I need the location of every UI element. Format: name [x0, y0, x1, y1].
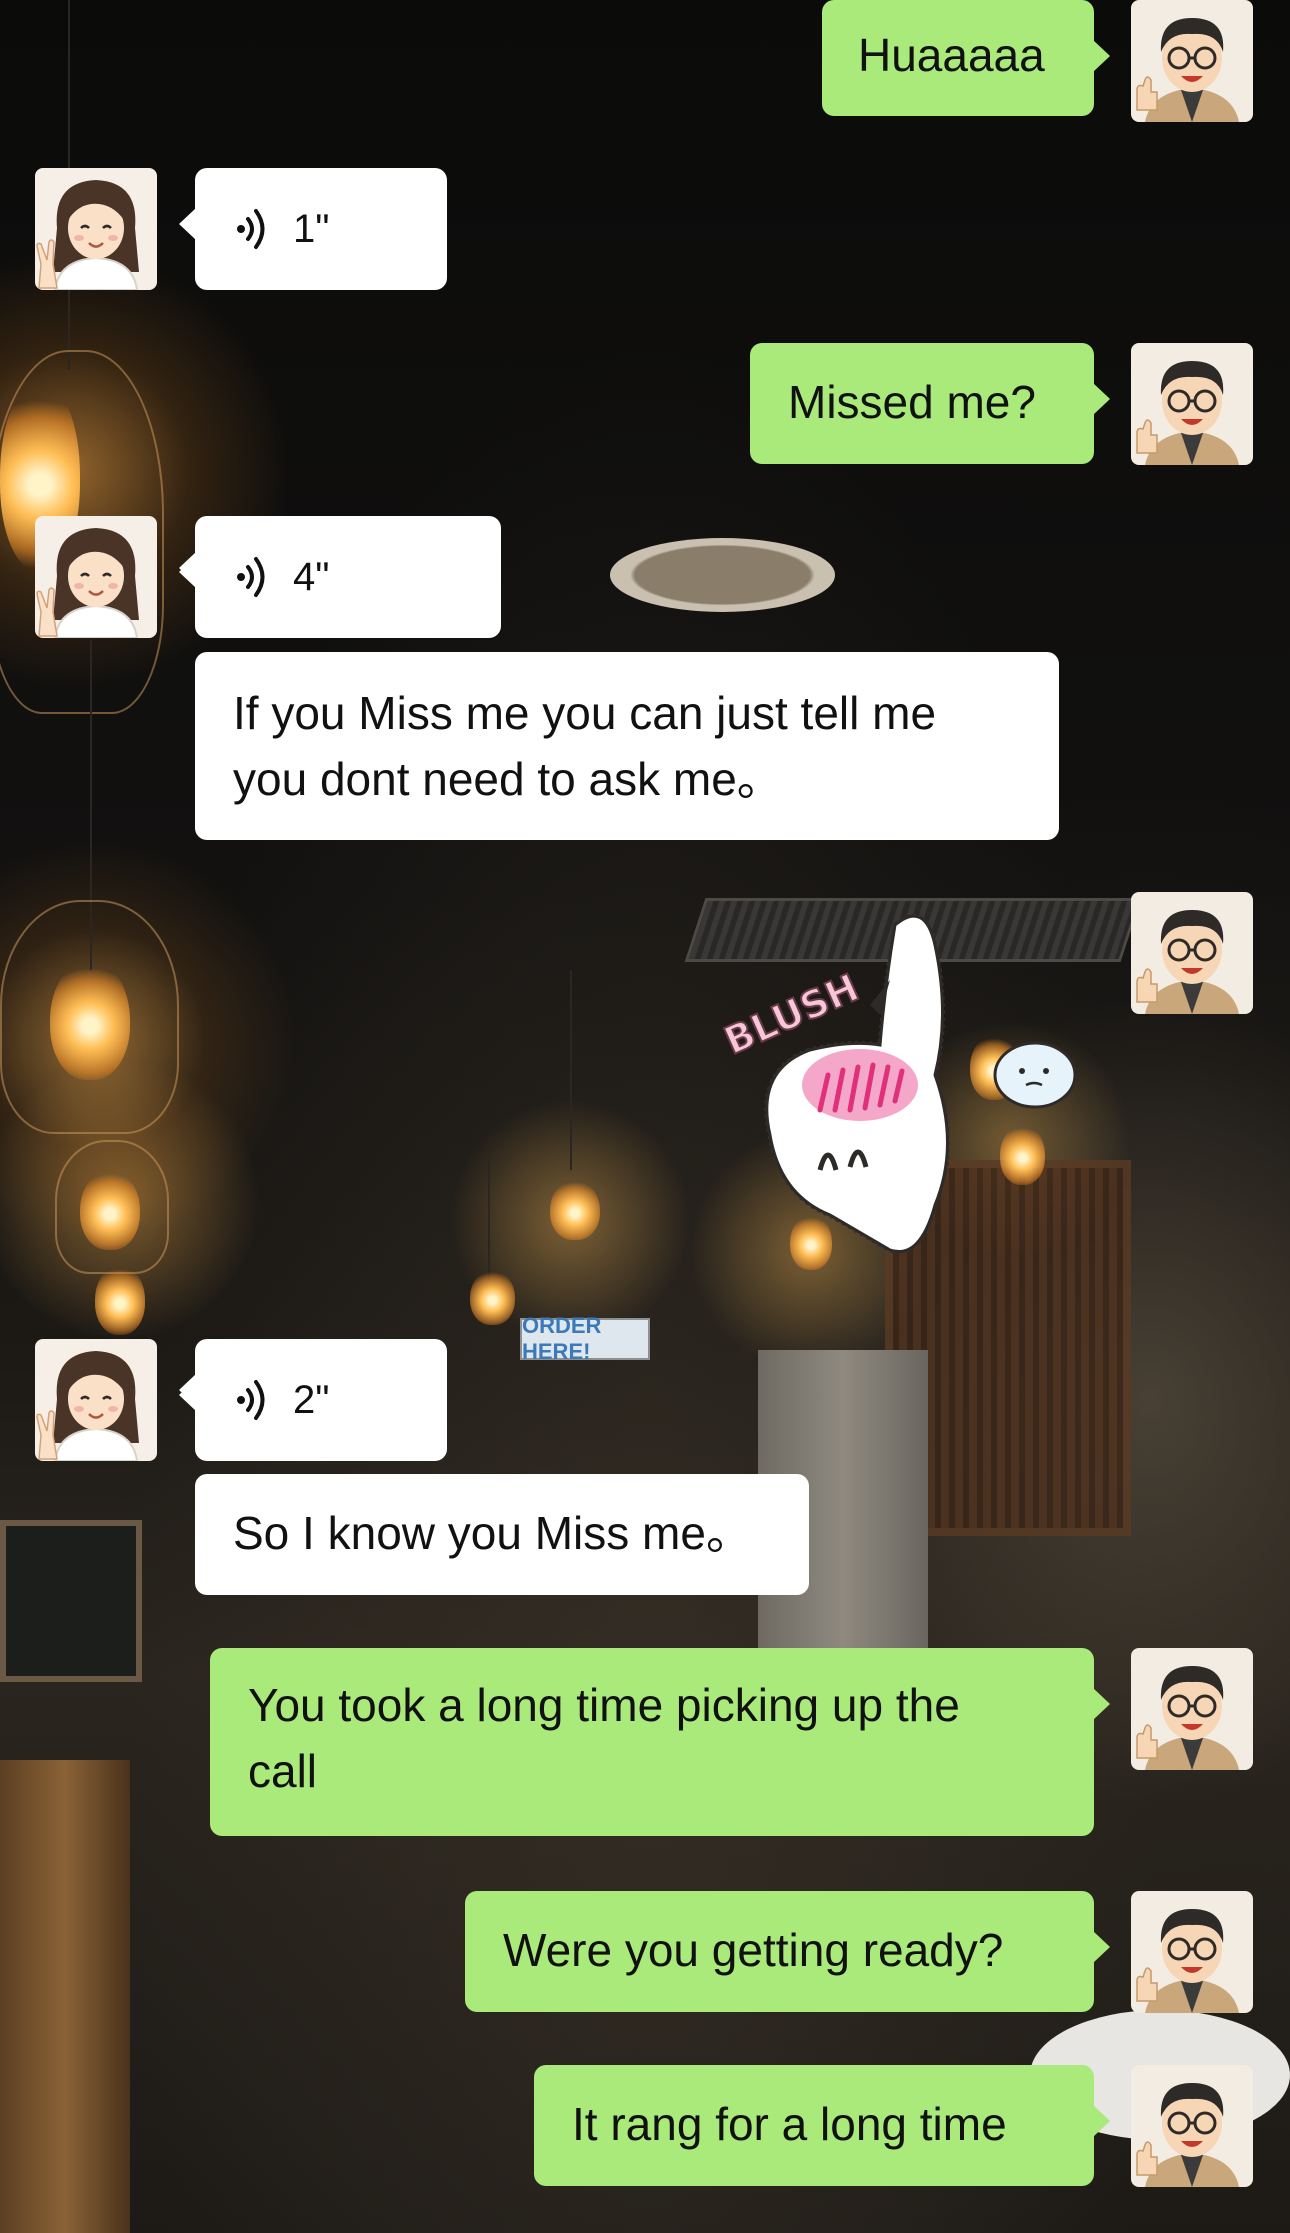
voice-duration: 4": [293, 555, 330, 599]
sound-wave-icon: [237, 209, 265, 249]
my-avatar[interactable]: [1131, 343, 1253, 465]
my-message-bubble[interactable]: Missed me?: [750, 343, 1110, 464]
man-with-glasses-thumbs-up-avatar-icon: [1131, 1648, 1253, 1770]
her-avatar[interactable]: [35, 168, 157, 290]
message-text-line: If you Miss me you can just tell me: [233, 687, 937, 739]
sound-wave-icon: [237, 557, 265, 597]
woman-peace-sign-avatar-icon: [35, 516, 157, 638]
man-with-glasses-thumbs-up-avatar-icon: [1131, 343, 1253, 465]
my-message-bubble[interactable]: Were you getting ready?: [465, 1891, 1110, 2012]
man-with-glasses-thumbs-up-avatar-icon: [1131, 1891, 1253, 2013]
her-message-bubble[interactable]: If you Miss me you can just tell me you …: [179, 552, 1059, 840]
woman-peace-sign-avatar-icon: [35, 168, 157, 290]
my-message-bubble[interactable]: Huaaaaa: [822, 0, 1110, 116]
man-with-glasses-thumbs-up-avatar-icon: [1131, 0, 1253, 122]
her-message-bubble[interactable]: So I know you Miss me。: [179, 1374, 809, 1595]
my-avatar[interactable]: [1131, 892, 1253, 1014]
message-text-line: call: [248, 1745, 318, 1797]
message-text: Huaaaaa: [858, 29, 1045, 81]
voice-duration: 2": [293, 1378, 330, 1422]
man-with-glasses-thumbs-up-avatar-icon: [1131, 892, 1253, 1014]
message-text: So I know you Miss me。: [233, 1507, 752, 1559]
blush-bunny-sticker[interactable]: BLUSH: [717, 905, 1080, 1265]
my-avatar[interactable]: [1131, 0, 1253, 122]
voice-message-bubble[interactable]: 2": [179, 1339, 447, 1461]
her-avatar[interactable]: [35, 1339, 157, 1461]
her-avatar[interactable]: [35, 516, 157, 638]
woman-peace-sign-avatar-icon: [35, 1339, 157, 1461]
voice-message-bubble[interactable]: 1": [179, 168, 447, 290]
voice-duration: 1": [293, 207, 330, 251]
message-text-line: you dont need to ask me。: [233, 753, 783, 805]
message-text: Missed me?: [788, 376, 1036, 428]
blush-bunny-sticker-icon: BLUSH: [717, 913, 1077, 1254]
voice-message-bubble[interactable]: 4": [179, 516, 501, 638]
message-text: It rang for a long time: [572, 2098, 1007, 2150]
message-text-line: You took a long time picking up the: [248, 1679, 960, 1731]
sound-wave-icon: [237, 1380, 265, 1420]
my-avatar[interactable]: [1131, 1648, 1253, 1770]
my-avatar[interactable]: [1131, 1891, 1253, 2013]
my-message-bubble[interactable]: It rang for a long time: [534, 2065, 1110, 2186]
my-message-bubble[interactable]: You took a long time picking up the call: [210, 1648, 1110, 1836]
my-avatar[interactable]: [1131, 2065, 1253, 2187]
man-with-glasses-thumbs-up-avatar-icon: [1131, 2065, 1253, 2187]
message-text: Were you getting ready?: [503, 1924, 1004, 1976]
